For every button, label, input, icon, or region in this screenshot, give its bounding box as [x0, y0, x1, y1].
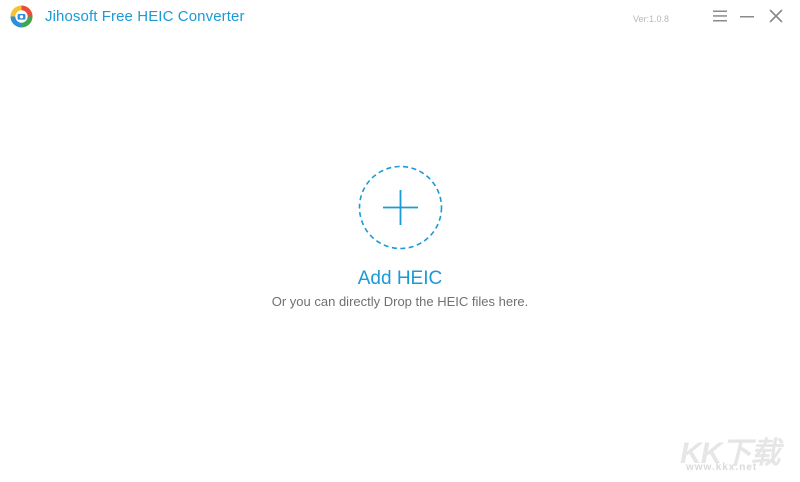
close-icon	[769, 9, 783, 23]
version-label: Ver:1.0.8	[633, 14, 670, 24]
app-title: Jihosoft Free HEIC Converter	[45, 8, 245, 25]
plus-icon	[383, 190, 418, 225]
watermark-url: www.kkx.net	[686, 462, 758, 473]
minimize-icon	[740, 16, 754, 18]
app-logo-icon	[10, 5, 33, 28]
app-window: Jihosoft Free HEIC Converter Ver:1.0.8 A…	[0, 0, 800, 482]
add-heic-button[interactable]	[358, 165, 443, 250]
menu-button[interactable]	[711, 7, 729, 25]
dashed-circle-icon	[358, 165, 443, 250]
title-bar: Jihosoft Free HEIC Converter Ver:1.0.8	[0, 0, 800, 34]
minimize-button[interactable]	[738, 7, 756, 25]
add-heic-link[interactable]: Add HEIC	[0, 268, 800, 290]
close-button[interactable]	[767, 7, 785, 25]
drop-hint-text: Or you can directly Drop the HEIC files …	[271, 294, 529, 309]
hamburger-menu-icon	[713, 10, 727, 22]
watermark: KK下载 www.kkx.net	[680, 428, 795, 478]
